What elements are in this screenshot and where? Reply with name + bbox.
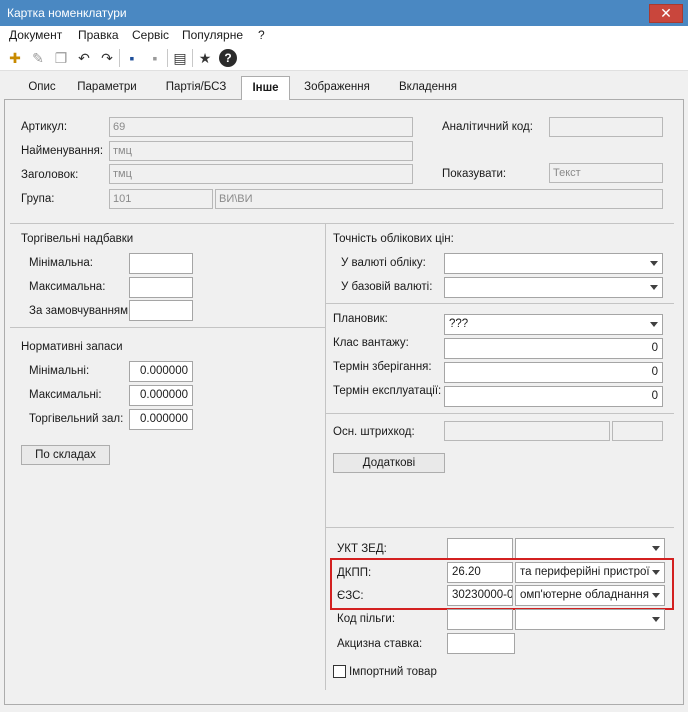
exploitation-term-label: Термін експлуатації: [333,385,442,397]
markup-max-label: Максимальна: [29,281,106,293]
stock-hall-label: Торгівельний зал: [29,413,124,425]
benefit-name-select[interactable] [515,609,665,630]
section-divider [326,413,674,414]
exploitation-term-input[interactable]: 0 [444,386,663,407]
menu-edit[interactable]: Правка [78,28,119,42]
tab-attachments[interactable]: Вкладення [392,79,464,99]
chevron-down-icon [652,617,660,622]
name-field[interactable]: тмц [109,141,413,161]
article-label: Артикул: [21,121,68,133]
markup-min-input[interactable] [129,253,193,274]
stock-hall-input[interactable]: 0.000000 [129,409,193,430]
section-divider [10,223,674,224]
title-bar: Картка номенклатури ✕ [0,0,688,26]
tab-other[interactable]: Інше [241,76,290,100]
close-icon: ✕ [660,5,672,21]
chevron-down-icon [650,285,658,290]
benefit-code-input[interactable] [447,609,513,630]
help-icon[interactable]: ? [219,49,237,67]
star-icon[interactable]: ★ [195,48,215,68]
by-warehouses-button[interactable]: По складах [21,445,110,465]
close-button[interactable]: ✕ [649,4,683,23]
section-divider [10,327,325,328]
ukt-name-select[interactable] [515,538,665,559]
new-icon[interactable]: ✚ [5,48,25,68]
menu-popular[interactable]: Популярне [182,28,243,42]
menu-document[interactable]: Документ [9,28,62,42]
tab-description[interactable]: Опис [24,79,60,99]
precision-accounting-select[interactable] [444,253,663,274]
group-label: Група: [21,193,55,205]
column-divider [325,223,326,690]
section-divider [326,303,674,304]
save-icon[interactable]: ▪ [122,48,142,68]
precision-accounting-label: У валюті обліку: [341,257,426,269]
excise-rate-input[interactable] [447,633,515,654]
show-label: Показувати: [442,168,507,180]
save-disabled-icon[interactable]: ▪ [145,48,165,68]
import-checkbox[interactable] [333,665,346,678]
barcode-extra-field[interactable] [612,421,663,441]
group-code-field[interactable]: 101 [109,189,213,209]
benefit-code-label: Код пільги: [337,613,396,625]
window-title: Картка номенклатури [7,6,127,20]
toolbar-separator [119,49,120,67]
chevron-down-icon [650,322,658,327]
barcode-field[interactable] [444,421,610,441]
markup-max-input[interactable] [129,277,193,298]
name-label: Найменування: [21,145,104,157]
article-field[interactable]: 69 [109,117,413,137]
storage-term-input[interactable]: 0 [444,362,663,383]
redo-icon[interactable]: ↷ [97,48,117,68]
tab-images[interactable]: Зображення [296,79,378,99]
toolbar-separator [167,49,168,67]
ukt-code-input[interactable] [447,538,513,559]
copy-icon[interactable]: ❐ [51,48,71,68]
stock-max-input[interactable]: 0.000000 [129,385,193,406]
calc-icon[interactable]: ▤ [170,48,190,68]
heading-label: Заголовок: [21,169,79,181]
tab-parameters[interactable]: Параметри [74,79,140,99]
menu-bar: Документ Правка Сервіс Популярне ? [0,26,688,45]
ukt-label: УКТ ЗЕД: [337,543,387,555]
tab-batch[interactable]: Партія/БСЗ [160,79,232,99]
analytic-code-field[interactable] [549,117,663,137]
planner-select[interactable]: ??? [444,314,663,335]
undo-icon[interactable]: ↶ [74,48,94,68]
storage-term-label: Термін зберігання: [333,361,432,373]
barcode-label: Осн. штрихкод: [333,426,415,438]
section-divider [326,527,674,528]
edit-icon[interactable]: ✎ [28,48,48,68]
additional-button[interactable]: Додаткові [333,453,445,473]
chevron-down-icon [650,261,658,266]
heading-field[interactable]: тмц [109,164,413,184]
stock-min-label: Мінімальні: [29,365,90,377]
markup-default-input[interactable] [129,300,193,321]
cargo-class-label: Клас вантажу: [333,337,409,349]
planner-value: ??? [449,318,469,330]
import-label: Імпортний товар [349,666,437,678]
markups-title: Торгівельні надбавки [21,233,134,245]
stock-max-label: Максимальні: [29,389,102,401]
chevron-down-icon [652,546,660,551]
toolbar-separator [192,49,193,67]
toolbar: ✚ ✎ ❐ ↶ ↷ ▪ ▪ ▤ ★ ? [0,45,688,71]
menu-service[interactable]: Сервіс [132,28,169,42]
show-field[interactable]: Текст [549,163,663,183]
markup-min-label: Мінімальна: [29,257,93,269]
precision-base-select[interactable] [444,277,663,298]
stock-title: Нормативні запаси [21,341,123,353]
stock-min-input[interactable]: 0.000000 [129,361,193,382]
menu-help[interactable]: ? [258,28,265,42]
precision-base-label: У базовій валюті: [341,281,433,293]
group-name-field[interactable]: ВИ\ВИ [215,189,663,209]
cargo-class-input[interactable]: 0 [444,338,663,359]
excise-rate-label: Акцизна ставка: [337,638,423,650]
analytic-code-label: Аналітичний код: [442,121,533,133]
highlight-frame [330,558,674,610]
planner-label: Плановик: [333,313,388,325]
markup-default-label: За замовчуванням: [29,305,132,317]
precision-title: Точність облікових цін: [333,233,454,245]
